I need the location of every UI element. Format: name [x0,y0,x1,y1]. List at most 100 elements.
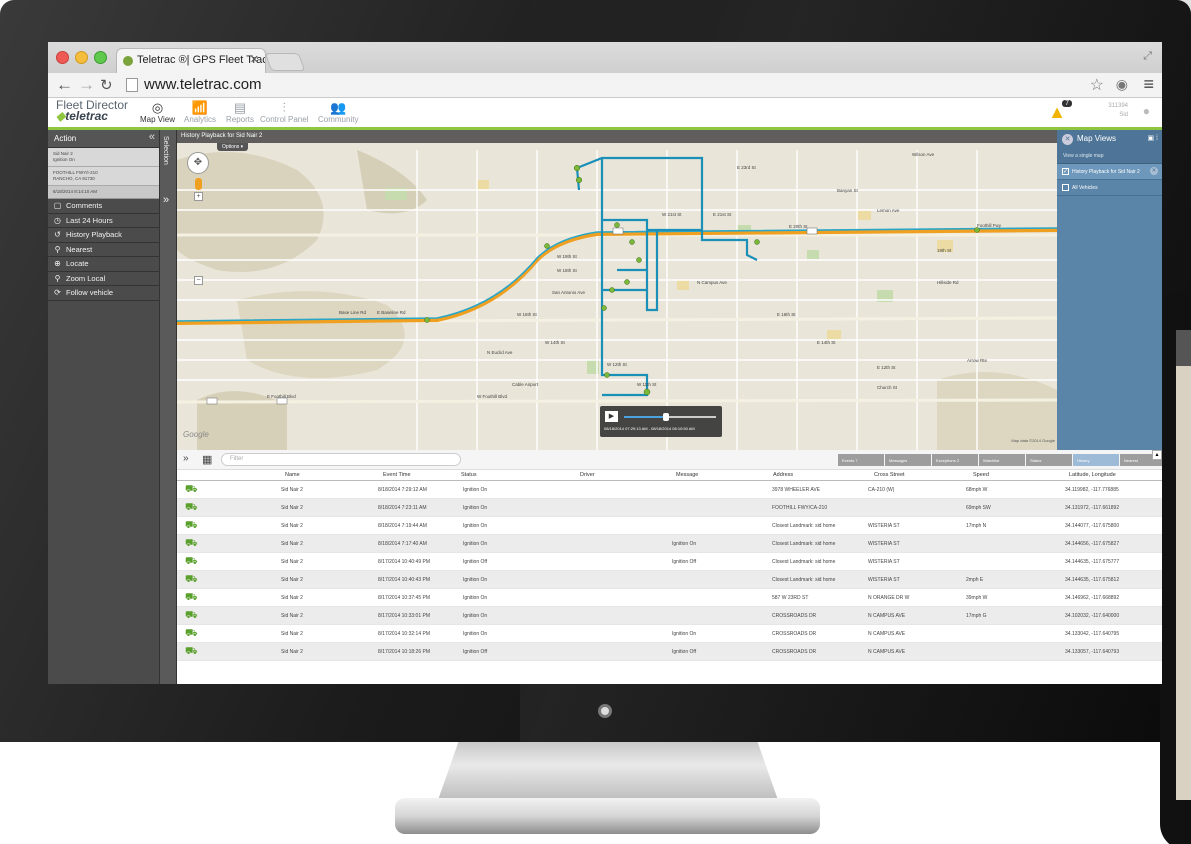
tab-label: Exceptions [936,458,956,463]
scroll-up-icon[interactable]: ▴ [1152,450,1162,460]
column-header-message[interactable]: Message [676,472,698,478]
user-info[interactable]: 311394 Sid [1108,102,1128,120]
cell-address: CROSSROADS DR [772,649,817,655]
bookmark-star-icon[interactable]: ☆ [1090,75,1104,95]
map-street-label: Base Line Rd [339,310,367,315]
spreadsheet-icon[interactable]: ▦ [202,453,212,466]
cell-name: Sid Nair 2 [281,505,303,511]
browser-tab[interactable]: Teletrac ®| GPS Fleet Track ✕ [116,48,266,73]
sidebar-item-locate[interactable]: ⊕ Locate [48,257,159,272]
map-street-label: N Campus Ave [697,280,727,285]
column-header-event-time[interactable]: Event Time [383,472,411,478]
nav-reports[interactable]: ▤ Reports [226,100,254,124]
cell-speed: 17mph G [966,613,987,619]
column-header-lat-long[interactable]: Latitude, Longitude [1069,472,1116,478]
zoom-in-button[interactable]: + [194,192,203,201]
layout-grid-icon[interactable]: ▣ ⁞ [1147,134,1158,142]
checkbox-icon[interactable] [1062,184,1069,191]
table-row[interactable]: ⛟ Sid Nair 2 8/18/2014 7:23:11 AM Igniti… [177,499,1162,517]
tab-messages[interactable]: Messages [885,454,931,466]
tab-label: History [1077,458,1090,463]
table-row[interactable]: ⛟ Sid Nair 2 8/17/2014 10:40:43 PM Ignit… [177,571,1162,589]
minimize-window-button[interactable] [75,51,88,64]
new-tab-button[interactable] [264,53,306,71]
street-view-pegman-icon[interactable] [195,178,202,190]
checkbox-checked-icon[interactable]: ✓ [1062,168,1069,175]
cell-message: Ignition Off [672,559,697,565]
table-row[interactable]: ⛟ Sid Nair 2 8/17/2014 10:18:26 PM Ignit… [177,643,1162,661]
sidebar-item-last-24-hours[interactable]: ◷ Last 24 Hours [48,214,159,228]
column-header-address[interactable]: Address [773,472,793,478]
fullscreen-icon[interactable]: ⤢ [1143,50,1152,63]
map-views-header: ✕ Map Views ▣ ⁞ [1057,130,1162,152]
cell-lat-long: 34.144635, -117.675777 [1065,559,1120,565]
sidebar-item-nearest[interactable]: ⚲ Nearest [48,243,159,257]
column-header-cross-street[interactable]: Cross Street [874,472,905,478]
browser-menu-icon[interactable]: ≡ [1143,74,1154,95]
tab-label: Status [1030,458,1042,463]
user-avatar-icon[interactable]: ● [1143,104,1150,118]
remove-view-icon[interactable]: ✕ [1150,167,1158,175]
play-button[interactable]: ▶ [605,411,618,422]
maximize-window-button[interactable] [94,51,107,64]
column-header-driver[interactable]: Driver [580,472,595,478]
map-title: History Playback for Sid Nair 2 [177,130,1057,143]
tab-status[interactable]: Status [1026,454,1072,466]
sidebar-item-comments[interactable]: ▢ Comments [48,199,159,214]
tab-events[interactable]: Events 7 [838,454,884,466]
nav-label: Reports [226,115,255,124]
fleet-director-logo[interactable]: Fleet Director ◆teletrac [56,99,128,122]
column-header-status[interactable]: Status [461,472,477,478]
map-options-dropdown[interactable]: Options ▾ [217,143,249,151]
table-row[interactable]: ⛟ Sid Nair 2 8/17/2014 10:33:01 PM Ignit… [177,607,1162,625]
comment-icon: ▢ [53,201,62,211]
document-icon: ▤ [233,100,247,115]
close-panel-icon[interactable]: ✕ [1062,134,1073,145]
filter-input[interactable]: Filter [221,453,461,466]
playback-slider-handle[interactable] [663,413,669,421]
tab-close-icon[interactable]: ✕ [250,53,259,66]
sidebar-item-history-playback[interactable]: ↺ History Playback [48,228,159,243]
map-views-panel: ✕ Map Views ▣ ⁞ View a single map ✓ Histo… [1057,130,1162,450]
nav-control-panel[interactable]: ⫶ Control Panel [260,100,308,124]
table-row[interactable]: ⛟ Sid Nair 2 8/17/2014 10:37:45 PM Ignit… [177,589,1162,607]
table-row[interactable]: ⛟ Sid Nair 2 8/17/2014 10:40:49 PM Ignit… [177,553,1162,571]
forward-arrow-icon[interactable]: → [78,75,95,95]
tab-watchlist[interactable]: Watchlist [979,454,1025,466]
table-row[interactable]: ⛟ Sid Nair 2 8/18/2014 7:29:12 AM Igniti… [177,481,1162,499]
sidebar-item-zoom-local[interactable]: ⚲ Zoom Local [48,272,159,286]
column-header-speed[interactable]: Speed [973,472,989,478]
back-arrow-icon[interactable]: ← [56,75,73,95]
map-view-item-all-vehicles[interactable]: All Vehicles [1057,180,1162,196]
refresh-icon: ⟳ [54,288,61,298]
expand-selection-icon[interactable]: » [163,194,169,206]
commercial-area [857,210,871,220]
table-row[interactable]: ⛟ Sid Nair 2 8/18/2014 7:19:44 AM Igniti… [177,517,1162,535]
pan-control-icon[interactable]: ✥ [187,152,209,174]
reload-icon[interactable]: ↻ [100,76,113,94]
column-header-name[interactable]: Name [285,472,300,478]
close-window-button[interactable] [56,51,69,64]
tab-exceptions[interactable]: Exceptions 2 [932,454,978,466]
table-row[interactable]: ⛟ Sid Nair 2 8/18/2014 7:17:40 AM Igniti… [177,535,1162,553]
nav-map-view[interactable]: ◎ Map View [140,100,175,124]
map-view-item-history[interactable]: ✓ History Playback for Sid Nair 2 ✕ [1057,164,1162,180]
nav-label: Map View [140,115,175,124]
extension-icon[interactable]: ◉ [1116,76,1128,93]
nav-analytics[interactable]: 📶 Analytics [184,100,216,124]
collapse-grid-icon[interactable]: » [183,453,189,464]
cell-event-time: 8/18/2014 7:23:11 AM [378,505,427,511]
zoom-out-button[interactable]: − [194,276,203,285]
url-field[interactable]: www.teletrac.com [144,76,262,93]
zoom-icon: ⚲ [54,273,61,283]
map-view[interactable]: Wilson Ave E 23rd St Banyan St Lemon Ave… [177,130,1057,450]
selection-strip[interactable]: Selection » [159,130,177,684]
sidebar-item-follow-vehicle[interactable]: ⟳ Follow vehicle [48,286,159,301]
nav-community[interactable]: 👥 Community [318,100,358,124]
tab-history[interactable]: History [1073,454,1119,466]
map-street-label: E 16th St [777,312,796,317]
map-canvas[interactable] [177,130,1057,450]
collapse-sidebar-icon[interactable]: « [149,131,155,143]
cell-event-time: 8/18/2014 7:29:12 AM [378,487,427,493]
table-row[interactable]: ⛟ Sid Nair 2 8/17/2014 10:32:14 PM Ignit… [177,625,1162,643]
